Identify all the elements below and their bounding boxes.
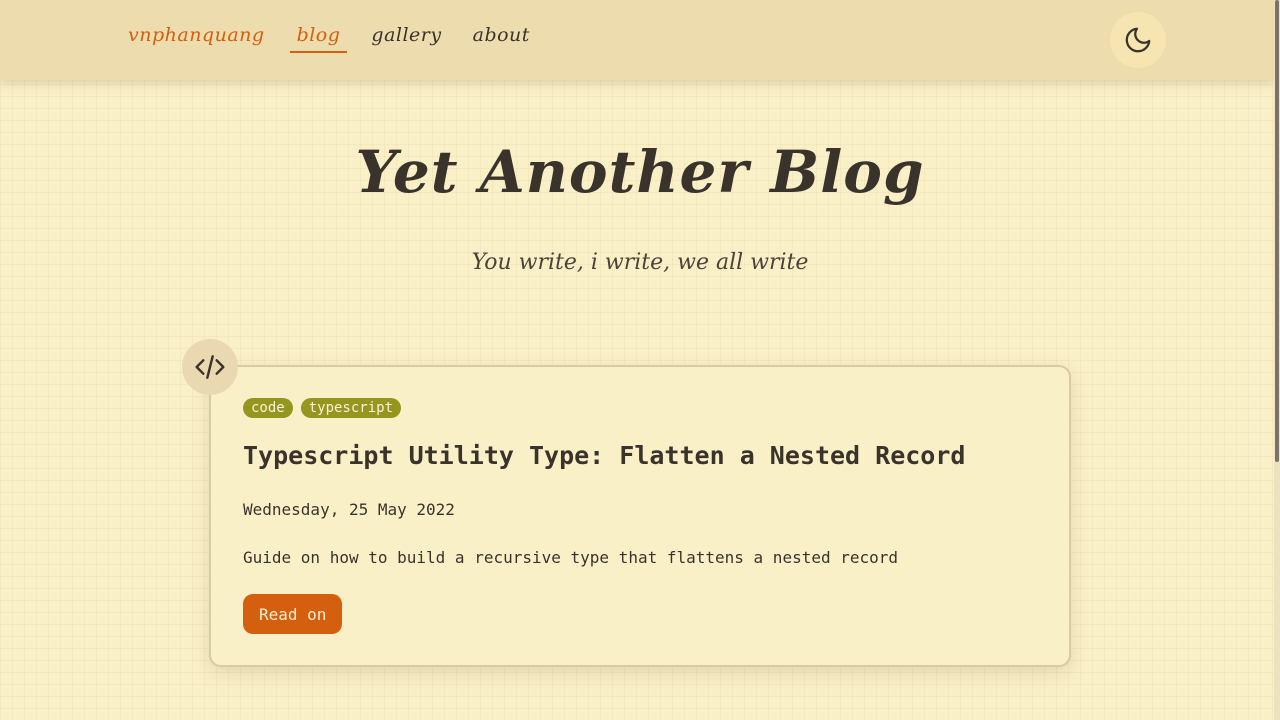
post-description: Guide on how to build a recursive type t… xyxy=(243,548,899,567)
page-subtitle: You write, i write, we all write xyxy=(471,250,809,275)
page-title: Yet Another Blog xyxy=(355,138,925,206)
post-title[interactable]: Typescript Utility Type: Flatten a Neste… xyxy=(243,441,965,470)
nav-link-blog[interactable]: blog xyxy=(289,22,348,53)
post-card: code typescript Typescript Utility Type:… xyxy=(209,365,1071,667)
brand-link[interactable]: vnphanquang xyxy=(128,22,272,51)
tag-code[interactable]: code xyxy=(243,398,293,418)
main-nav: vnphanquang blog gallery about xyxy=(128,22,554,53)
moon-icon xyxy=(1125,27,1151,53)
read-on-button[interactable]: Read on xyxy=(243,594,343,634)
site-header: vnphanquang blog gallery about xyxy=(0,0,1274,80)
scrollbar-thumb[interactable] xyxy=(1275,0,1279,462)
nav-link-gallery[interactable]: gallery xyxy=(364,22,448,51)
post-category-badge xyxy=(182,339,238,395)
post-tags: code typescript xyxy=(243,398,409,418)
theme-toggle-button[interactable] xyxy=(1110,12,1166,68)
nav-link-about[interactable]: about xyxy=(466,22,537,51)
post-date: Wednesday, 25 May 2022 xyxy=(243,500,455,519)
code-icon xyxy=(195,355,225,379)
page-scrollbar[interactable] xyxy=(1274,0,1280,720)
tag-typescript[interactable]: typescript xyxy=(300,398,402,418)
